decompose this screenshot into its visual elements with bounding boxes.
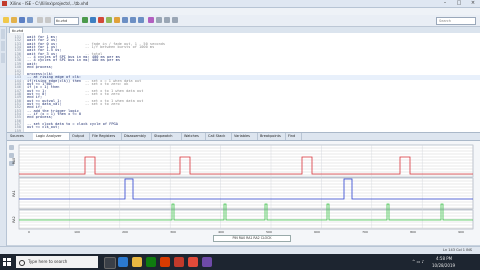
toolbar: tb.vhd Search (0, 15, 480, 27)
x-tick-label: 500 (266, 230, 272, 234)
save-all-icon[interactable] (27, 17, 33, 23)
panel-tab[interactable]: File Registers (89, 133, 122, 140)
open-folder-icon[interactable] (11, 17, 17, 23)
panel-tab[interactable]: Find (285, 133, 302, 140)
x-tick-label: 800 (410, 230, 416, 234)
x-tick-label: 100 (74, 230, 80, 234)
settings-icon[interactable] (156, 17, 162, 23)
panel-tab[interactable]: Stopwatch (151, 133, 182, 140)
office-icon[interactable] (160, 257, 170, 267)
redo-icon[interactable] (45, 17, 51, 23)
x-tick-label: 700 (362, 230, 368, 234)
panel-tab[interactable]: Logic Analyzer (33, 133, 70, 140)
save-icon[interactable] (19, 17, 25, 23)
plot-legend: PIN RA0 RA1 RA2 CLOCK (213, 235, 291, 242)
x-tick-label: 400 (218, 230, 224, 234)
project-field[interactable]: tb.vhd (54, 17, 79, 25)
menu-bar: File Edit View Project Source Process To… (0, 8, 480, 24)
stop-icon[interactable] (98, 17, 104, 23)
build-icon[interactable] (82, 17, 88, 23)
pause-icon[interactable] (114, 17, 120, 23)
clock-date[interactable]: 10/28/2019 (432, 262, 455, 269)
step-into-icon[interactable] (130, 17, 136, 23)
taskbar-search-input[interactable]: Type here to search (16, 256, 98, 268)
output-panel-tabs: Sources Logic Analyzer Output File Register… (7, 133, 480, 141)
x-tick-label: 900 (458, 230, 464, 234)
status-bar: Ln 143 Col 1 INS (0, 246, 480, 254)
x-tick-label: 600 (314, 230, 320, 234)
ide-app-icon[interactable] (174, 257, 184, 267)
tray-icons[interactable]: ^ ▭ ♪ (412, 254, 424, 270)
reset-icon[interactable] (172, 17, 178, 23)
taskbar: Type here to search ^ ▭ ♪ 4:58 PM 10/28/… (0, 254, 480, 270)
panel-tab[interactable]: Output (69, 133, 90, 140)
channel-label: RA1 (12, 190, 16, 196)
taskbar-search-placeholder: Type here to search (28, 259, 68, 264)
file-explorer-icon[interactable] (132, 257, 142, 267)
panel-tab[interactable]: Call Stack (205, 133, 232, 140)
media-app-icon[interactable] (202, 257, 212, 267)
undo-icon[interactable] (37, 17, 43, 23)
code-editor[interactable]: 131 wait for 1 ms; 132 wait for 2 us; 133 … (7, 33, 480, 133)
app-logo-icon (2, 1, 7, 6)
edge-browser-icon[interactable] (118, 257, 128, 267)
channel-band (18, 177, 474, 210)
channel-label: RA2 (12, 216, 16, 222)
debug-icon[interactable] (148, 17, 154, 23)
clock-time[interactable]: 4:58 PM (436, 255, 452, 262)
x-tick-label: 300 (170, 230, 176, 234)
classes-side-tab[interactable] (1, 53, 5, 63)
logic-analyzer-panel: RA0RA1RA20100200300400500600700800900Ins… (7, 141, 480, 245)
run-icon[interactable] (106, 17, 112, 23)
panel-tab[interactable]: Disassembly (121, 133, 152, 140)
x-tick-label: 200 (122, 230, 128, 234)
store-icon[interactable] (146, 257, 156, 267)
new-file-icon[interactable] (3, 17, 9, 23)
panel-tab[interactable]: Sources (7, 133, 34, 140)
cursor-position: Ln 143 Col 1 INS (443, 248, 472, 252)
search-input[interactable]: Search (436, 17, 476, 25)
title-bar: Xilinx - ISE - C:\Xilinx\projects\...\tb… (0, 0, 480, 8)
windows-start-icon[interactable] (3, 258, 11, 266)
panel-tab[interactable]: Variables (231, 133, 258, 140)
channel-label: RA0 (12, 158, 16, 164)
program-icon[interactable] (90, 17, 96, 23)
logic-analyzer-plot: RA0RA1RA20100200300400500600700800900Ins… (12, 144, 474, 239)
projects-side-tab[interactable] (1, 29, 5, 39)
chrome-icon[interactable] (188, 257, 198, 267)
step-over-icon[interactable] (122, 17, 128, 23)
panel-tab[interactable]: Breakpoints (257, 133, 286, 140)
window-title: Xilinx - ISE - C:\Xilinx\projects\...\tb… (10, 1, 89, 6)
search-icon (19, 259, 25, 266)
task-view-icon[interactable] (104, 257, 116, 269)
close-button[interactable]: × (466, 0, 480, 7)
files-side-tab[interactable] (1, 41, 5, 51)
step-out-icon[interactable] (138, 17, 144, 23)
x-tick-label: 0 (28, 230, 30, 234)
channel-band (18, 144, 474, 178)
maximize-button[interactable]: □ (452, 0, 466, 7)
refresh-icon[interactable] (164, 17, 170, 23)
panel-tab[interactable]: Watches (181, 133, 206, 140)
minimize-button[interactable]: – (438, 0, 452, 7)
side-panel-strip (0, 27, 7, 254)
